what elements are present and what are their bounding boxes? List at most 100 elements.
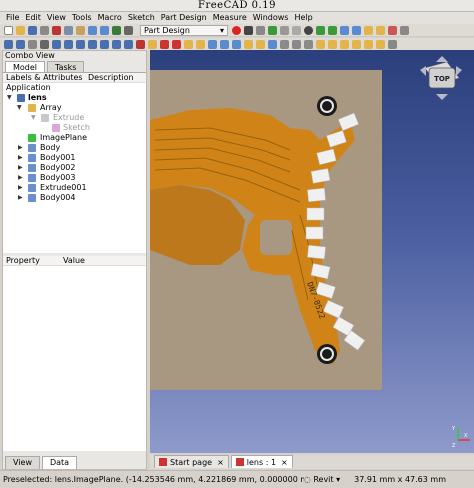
- macro-stop-icon[interactable]: [304, 25, 313, 35]
- collapse-arrow-icon[interactable]: ▼: [7, 93, 12, 103]
- fit-selection-icon[interactable]: [16, 40, 25, 49]
- tree-item-lens[interactable]: ▼ lens: [3, 93, 146, 103]
- navigation-style-button[interactable]: ◌ Revit ▾: [304, 475, 340, 484]
- tree-item-body002[interactable]: ▶ Body002: [3, 163, 146, 173]
- tree-item-array[interactable]: ▼ Array: [3, 103, 146, 113]
- tab-model[interactable]: Model: [5, 61, 46, 72]
- property-header-property[interactable]: Property: [3, 256, 60, 265]
- datum-point-icon[interactable]: [280, 40, 289, 49]
- bounding-box-icon[interactable]: [40, 40, 49, 49]
- additive-pipe-icon[interactable]: [244, 40, 253, 49]
- link-make-icon[interactable]: [352, 25, 361, 35]
- top-view-icon[interactable]: [76, 40, 85, 49]
- stop-macro-icon[interactable]: [244, 25, 253, 35]
- zoom-in-icon[interactable]: [316, 25, 325, 35]
- fit-all-icon[interactable]: [4, 40, 13, 49]
- part-icon[interactable]: [376, 25, 385, 35]
- navcube-arrow-left-icon[interactable]: [420, 66, 426, 76]
- boolean-icon[interactable]: [388, 40, 397, 49]
- menu-sketch[interactable]: Sketch: [128, 12, 155, 24]
- rear-view-icon[interactable]: [100, 40, 109, 49]
- tree-header-labels[interactable]: Labels & Attributes: [3, 73, 85, 82]
- paste-icon[interactable]: [76, 25, 85, 35]
- menu-macro[interactable]: Macro: [98, 12, 122, 24]
- workbench-selector[interactable]: Part Design ▾: [140, 24, 228, 36]
- group-icon[interactable]: [364, 25, 373, 35]
- revolution-icon[interactable]: [196, 40, 205, 49]
- left-view-icon[interactable]: [124, 40, 133, 49]
- tree-item-extrude001[interactable]: ▶ Extrude001: [3, 183, 146, 193]
- tab-start-page[interactable]: Start page ×: [154, 455, 229, 468]
- multitransform-icon[interactable]: [376, 40, 385, 49]
- menu-windows[interactable]: Windows: [253, 12, 289, 24]
- linear-pattern-icon[interactable]: [352, 40, 361, 49]
- collapse-arrow-icon[interactable]: ▼: [17, 103, 22, 113]
- link-remove-icon[interactable]: [388, 25, 397, 35]
- mirrored-icon[interactable]: [340, 40, 349, 49]
- front-view-icon[interactable]: [64, 40, 73, 49]
- print-icon[interactable]: [40, 25, 49, 35]
- navcube-arrow-up-icon[interactable]: [436, 56, 448, 62]
- groove-icon[interactable]: [232, 40, 241, 49]
- new-file-icon[interactable]: [4, 25, 13, 35]
- tree-item-body004[interactable]: ▶ Body004: [3, 193, 146, 203]
- close-icon[interactable]: ×: [217, 458, 224, 467]
- tree-item-sketch[interactable]: Sketch: [3, 123, 146, 133]
- create-body-icon[interactable]: [148, 40, 157, 49]
- refresh-icon[interactable]: [112, 25, 121, 35]
- debug-icon[interactable]: [280, 25, 289, 35]
- expand-arrow-icon[interactable]: ▶: [18, 143, 23, 153]
- 3d-viewport[interactable]: DN7-0522 TOP X Y Z: [150, 50, 474, 453]
- tab-tasks[interactable]: Tasks: [47, 61, 85, 72]
- zoom-out-icon[interactable]: [328, 25, 337, 35]
- tab-data[interactable]: Data: [41, 456, 78, 469]
- additive-loft-icon[interactable]: [256, 40, 265, 49]
- help-icon[interactable]: [400, 25, 409, 35]
- menu-tools[interactable]: Tools: [72, 12, 92, 24]
- measure-distance-icon[interactable]: [136, 40, 145, 49]
- datum-line-icon[interactable]: [292, 40, 301, 49]
- execute-macro-icon[interactable]: [268, 25, 277, 35]
- subtractive-loft-icon[interactable]: [268, 40, 277, 49]
- navigation-cube[interactable]: TOP: [420, 56, 462, 100]
- fillet-icon[interactable]: [316, 40, 325, 49]
- tree-item-body[interactable]: ▶ Body: [3, 143, 146, 153]
- tree-item-imageplane[interactable]: ImagePlane: [3, 133, 146, 143]
- isometric-view-icon[interactable]: [52, 40, 61, 49]
- expand-arrow-icon[interactable]: ▶: [18, 173, 23, 183]
- step-icon[interactable]: [292, 25, 301, 35]
- tab-lens[interactable]: lens : 1 ×: [230, 455, 293, 468]
- create-sketch-icon[interactable]: [160, 40, 169, 49]
- pad-icon[interactable]: [184, 40, 193, 49]
- menu-file[interactable]: File: [6, 12, 19, 24]
- right-view-icon[interactable]: [88, 40, 97, 49]
- validate-sketch-icon[interactable]: [172, 40, 181, 49]
- tree-header-description[interactable]: Description: [85, 73, 134, 82]
- link-icon[interactable]: [340, 25, 349, 35]
- expand-arrow-icon[interactable]: ▶: [18, 183, 23, 193]
- datum-plane-icon[interactable]: [304, 40, 313, 49]
- collapse-arrow-icon[interactable]: ▼: [31, 113, 36, 123]
- chamfer-icon[interactable]: [328, 40, 337, 49]
- tree-item-body001[interactable]: ▶ Body001: [3, 153, 146, 163]
- undo-icon[interactable]: [88, 25, 97, 35]
- copy-icon[interactable]: [64, 25, 73, 35]
- menu-part-design[interactable]: Part Design: [161, 12, 207, 24]
- bottom-view-icon[interactable]: [112, 40, 121, 49]
- menu-view[interactable]: View: [47, 12, 66, 24]
- polar-pattern-icon[interactable]: [364, 40, 373, 49]
- tree-item-extrude[interactable]: ▼ Extrude: [3, 113, 146, 123]
- save-icon[interactable]: [28, 25, 37, 35]
- open-folder-icon[interactable]: [16, 25, 25, 35]
- expand-arrow-icon[interactable]: ▶: [18, 193, 23, 203]
- tab-view[interactable]: View: [5, 456, 40, 469]
- pocket-icon[interactable]: [208, 40, 217, 49]
- navcube-arrow-down-icon[interactable]: [436, 94, 448, 100]
- record-macro-icon[interactable]: [232, 25, 241, 35]
- menu-edit[interactable]: Edit: [25, 12, 41, 24]
- hole-icon[interactable]: [220, 40, 229, 49]
- expand-arrow-icon[interactable]: ▶: [18, 163, 23, 173]
- property-header-value[interactable]: Value: [60, 256, 85, 265]
- whats-this-icon[interactable]: [124, 25, 133, 35]
- menu-measure[interactable]: Measure: [213, 12, 247, 24]
